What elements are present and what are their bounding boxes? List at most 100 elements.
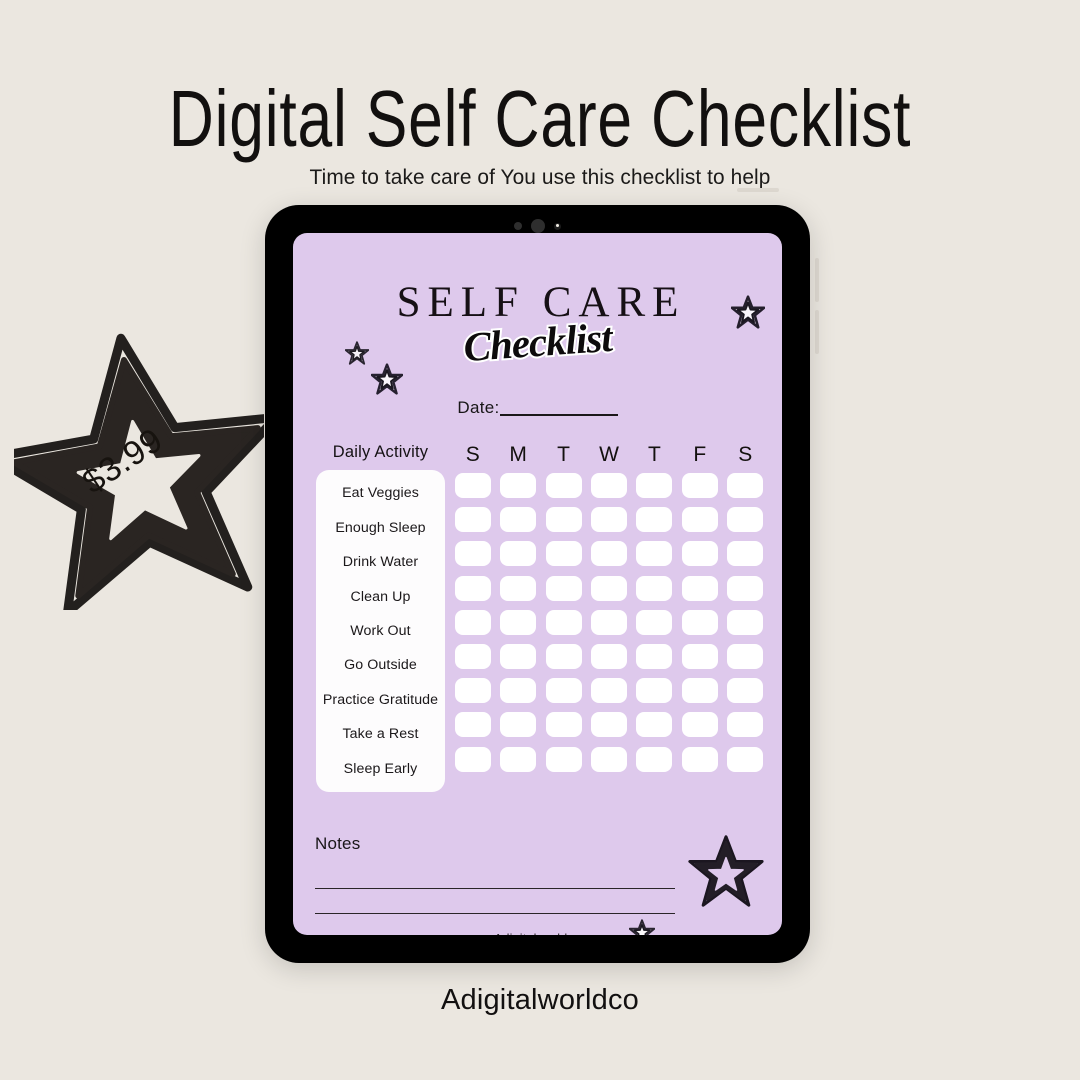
checkbox-S-3[interactable] (727, 575, 764, 601)
checkbox-S-0[interactable] (454, 473, 491, 498)
day-header-4: T (647, 443, 661, 466)
checkbox-S-7[interactable] (727, 712, 764, 738)
checkbox-S-4[interactable] (454, 609, 491, 635)
list-item: Sleep Early (343, 760, 418, 777)
checkbox-cell (586, 609, 631, 635)
checkbox-T-2[interactable] (545, 541, 582, 567)
checkbox-T-5[interactable] (636, 643, 673, 669)
checkbox-S-4[interactable] (727, 609, 764, 635)
checkbox-cell (450, 609, 495, 635)
checkbox-W-4[interactable] (590, 609, 627, 635)
day-header-5: F (693, 443, 707, 466)
checkbox-F-4[interactable] (681, 609, 718, 635)
checkbox-cell (677, 678, 722, 704)
checkbox-W-1[interactable] (590, 507, 627, 533)
checkbox-T-0[interactable] (636, 473, 673, 498)
checkbox-cell (723, 575, 768, 601)
checkbox-F-0[interactable] (681, 473, 718, 498)
checkbox-T-5[interactable] (545, 643, 582, 669)
checkbox-F-5[interactable] (681, 643, 718, 669)
checkbox-cell (541, 541, 586, 567)
checkbox-T-7[interactable] (545, 712, 582, 738)
checkbox-M-1[interactable] (500, 507, 537, 533)
brand-footer: Adigitalworldco (440, 984, 640, 1016)
checkbox-S-3[interactable] (454, 575, 491, 601)
checkbox-W-5[interactable] (590, 643, 627, 669)
checkbox-cell (541, 609, 586, 635)
checkbox-cell (677, 712, 722, 738)
checkbox-W-8[interactable] (590, 746, 627, 772)
checkbox-T-1[interactable] (636, 507, 673, 533)
checkbox-S-6[interactable] (454, 678, 491, 704)
checkbox-W-0[interactable] (590, 473, 627, 498)
checkbox-W-2[interactable] (590, 541, 627, 567)
checkbox-S-1[interactable] (727, 507, 764, 533)
checkbox-M-4[interactable] (500, 609, 537, 635)
notes-line-1[interactable] (315, 888, 675, 889)
poster-canvas: Digital Self Care Checklist Time to take… (0, 0, 1080, 1080)
sheet-script-text: Checklist (460, 312, 615, 372)
checkbox-S-8[interactable] (454, 746, 491, 772)
checkbox-F-6[interactable] (681, 678, 718, 704)
checkbox-cell (632, 473, 677, 498)
checkbox-F-8[interactable] (681, 746, 718, 772)
decorative-star-top-right (731, 295, 765, 329)
checkbox-M-6[interactable] (500, 678, 537, 704)
checkbox-S-2[interactable] (727, 541, 764, 567)
checkbox-S-8[interactable] (727, 746, 764, 772)
checkbox-F-7[interactable] (681, 712, 718, 738)
checkbox-S-5[interactable] (454, 643, 491, 669)
checkbox-row (450, 609, 768, 635)
checkbox-F-1[interactable] (681, 507, 718, 533)
checkbox-M-8[interactable] (500, 746, 537, 772)
checkbox-T-3[interactable] (545, 575, 582, 601)
day-header-3: W (599, 443, 619, 466)
checkbox-T-0[interactable] (545, 473, 582, 498)
checkbox-T-6[interactable] (636, 678, 673, 704)
checkbox-S-7[interactable] (454, 712, 491, 738)
checkbox-M-7[interactable] (500, 712, 537, 738)
checkbox-cell (586, 678, 631, 704)
checkbox-T-7[interactable] (636, 712, 673, 738)
checkbox-S-0[interactable] (727, 473, 764, 498)
checkbox-cell (450, 575, 495, 601)
checkbox-T-8[interactable] (545, 746, 582, 772)
checkbox-S-2[interactable] (454, 541, 491, 567)
checkbox-T-8[interactable] (636, 746, 673, 772)
checkbox-cell (632, 575, 677, 601)
checkbox-cell (450, 507, 495, 533)
tablet-screen: SELF CARE Checklist Date: Daily Activity… (293, 233, 782, 935)
checkbox-cell (450, 643, 495, 669)
checkbox-S-5[interactable] (727, 643, 764, 669)
checkbox-W-6[interactable] (590, 678, 627, 704)
checkbox-W-3[interactable] (590, 575, 627, 601)
checkbox-M-3[interactable] (500, 575, 537, 601)
checkbox-F-2[interactable] (681, 541, 718, 567)
list-item: Clean Up (350, 588, 411, 605)
checkbox-W-7[interactable] (590, 712, 627, 738)
checkbox-T-6[interactable] (545, 678, 582, 704)
checkbox-T-1[interactable] (545, 507, 582, 533)
notes-line-2[interactable] (315, 913, 675, 914)
day-header-0: S (465, 443, 480, 466)
day-header-2: T (557, 443, 570, 466)
date-input[interactable] (499, 414, 618, 416)
checkbox-cell (450, 541, 495, 567)
checkbox-S-1[interactable] (454, 507, 491, 533)
decorative-star-large-notes (688, 833, 764, 909)
checkbox-cell (450, 712, 495, 738)
checkbox-M-5[interactable] (500, 643, 537, 669)
checkbox-M-0[interactable] (500, 473, 537, 498)
checkbox-T-4[interactable] (545, 609, 582, 635)
checkbox-cell (723, 678, 768, 704)
checkbox-S-6[interactable] (727, 678, 764, 704)
checkbox-T-3[interactable] (636, 575, 673, 601)
checkbox-M-2[interactable] (500, 541, 537, 567)
checkbox-F-3[interactable] (681, 575, 718, 601)
day-header-1: M (509, 443, 527, 466)
checkbox-cell (677, 609, 722, 635)
checkbox-cell (586, 712, 631, 738)
checkbox-cell (495, 746, 540, 772)
checkbox-T-4[interactable] (636, 609, 673, 635)
checkbox-T-2[interactable] (636, 541, 673, 567)
